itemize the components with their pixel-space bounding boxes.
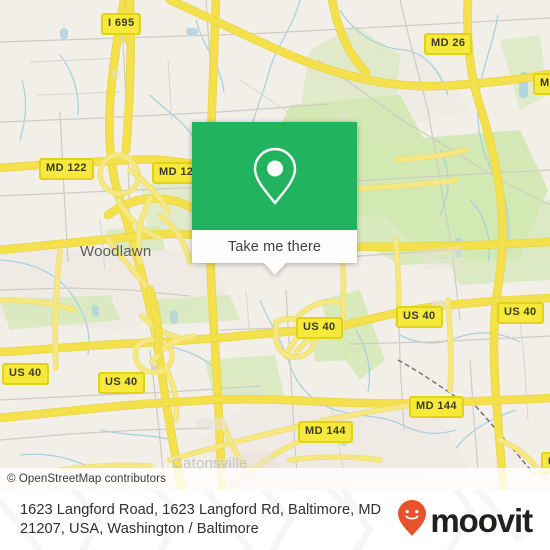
highway-shield-us-40-west[interactable]: US 40	[2, 363, 49, 385]
moovit-pin-smiley-icon	[397, 499, 427, 542]
moovit-map-screenshot: .mtr { fill:none; stroke:#f4e04a; stroke…	[0, 0, 550, 550]
footer-bar: 1623 Langford Road, 1623 Langford Rd, Ba…	[0, 490, 550, 550]
moovit-wordmark: moovit	[430, 501, 533, 539]
highway-shield-md-144-center[interactable]: MD 144	[298, 421, 353, 443]
popup-pointer-tail	[263, 263, 286, 275]
highway-shield-i-695[interactable]: I 695	[101, 13, 142, 35]
location-popup-card[interactable]: Take me there	[192, 122, 357, 275]
openstreetmap-attribution[interactable]: © OpenStreetMap contributors	[0, 473, 166, 485]
highway-shield-md-144-east[interactable]: MD 144	[409, 396, 464, 418]
popup-card-header	[192, 122, 357, 230]
map-canvas[interactable]: .mtr { fill:none; stroke:#f4e04a; stroke…	[0, 0, 550, 490]
popup-card-footer[interactable]: Take me there	[192, 230, 357, 275]
highway-shield-us-40-center[interactable]: US 40	[296, 317, 343, 339]
map-pin-icon	[249, 145, 301, 207]
take-me-there-button[interactable]: Take me there	[228, 239, 321, 255]
highway-shield-md-122-west[interactable]: MD 122	[39, 158, 94, 180]
address-text: 1623 Langford Road, 1623 Langford Rd, Ba…	[20, 502, 382, 537]
highway-shield-us-40-mid-west[interactable]: US 40	[98, 372, 145, 394]
highway-shield-md-26[interactable]: MD 26	[424, 33, 473, 55]
highway-shield-md-partial-right[interactable]: MD	[533, 73, 550, 95]
highway-shield-us-40-east-upper[interactable]: US 40	[396, 306, 443, 328]
highway-shield-us-40-far-east[interactable]: US 40	[497, 302, 544, 324]
map-attribution-bar: © OpenStreetMap contributors	[0, 468, 550, 490]
moovit-logo[interactable]: moovit	[397, 499, 538, 542]
